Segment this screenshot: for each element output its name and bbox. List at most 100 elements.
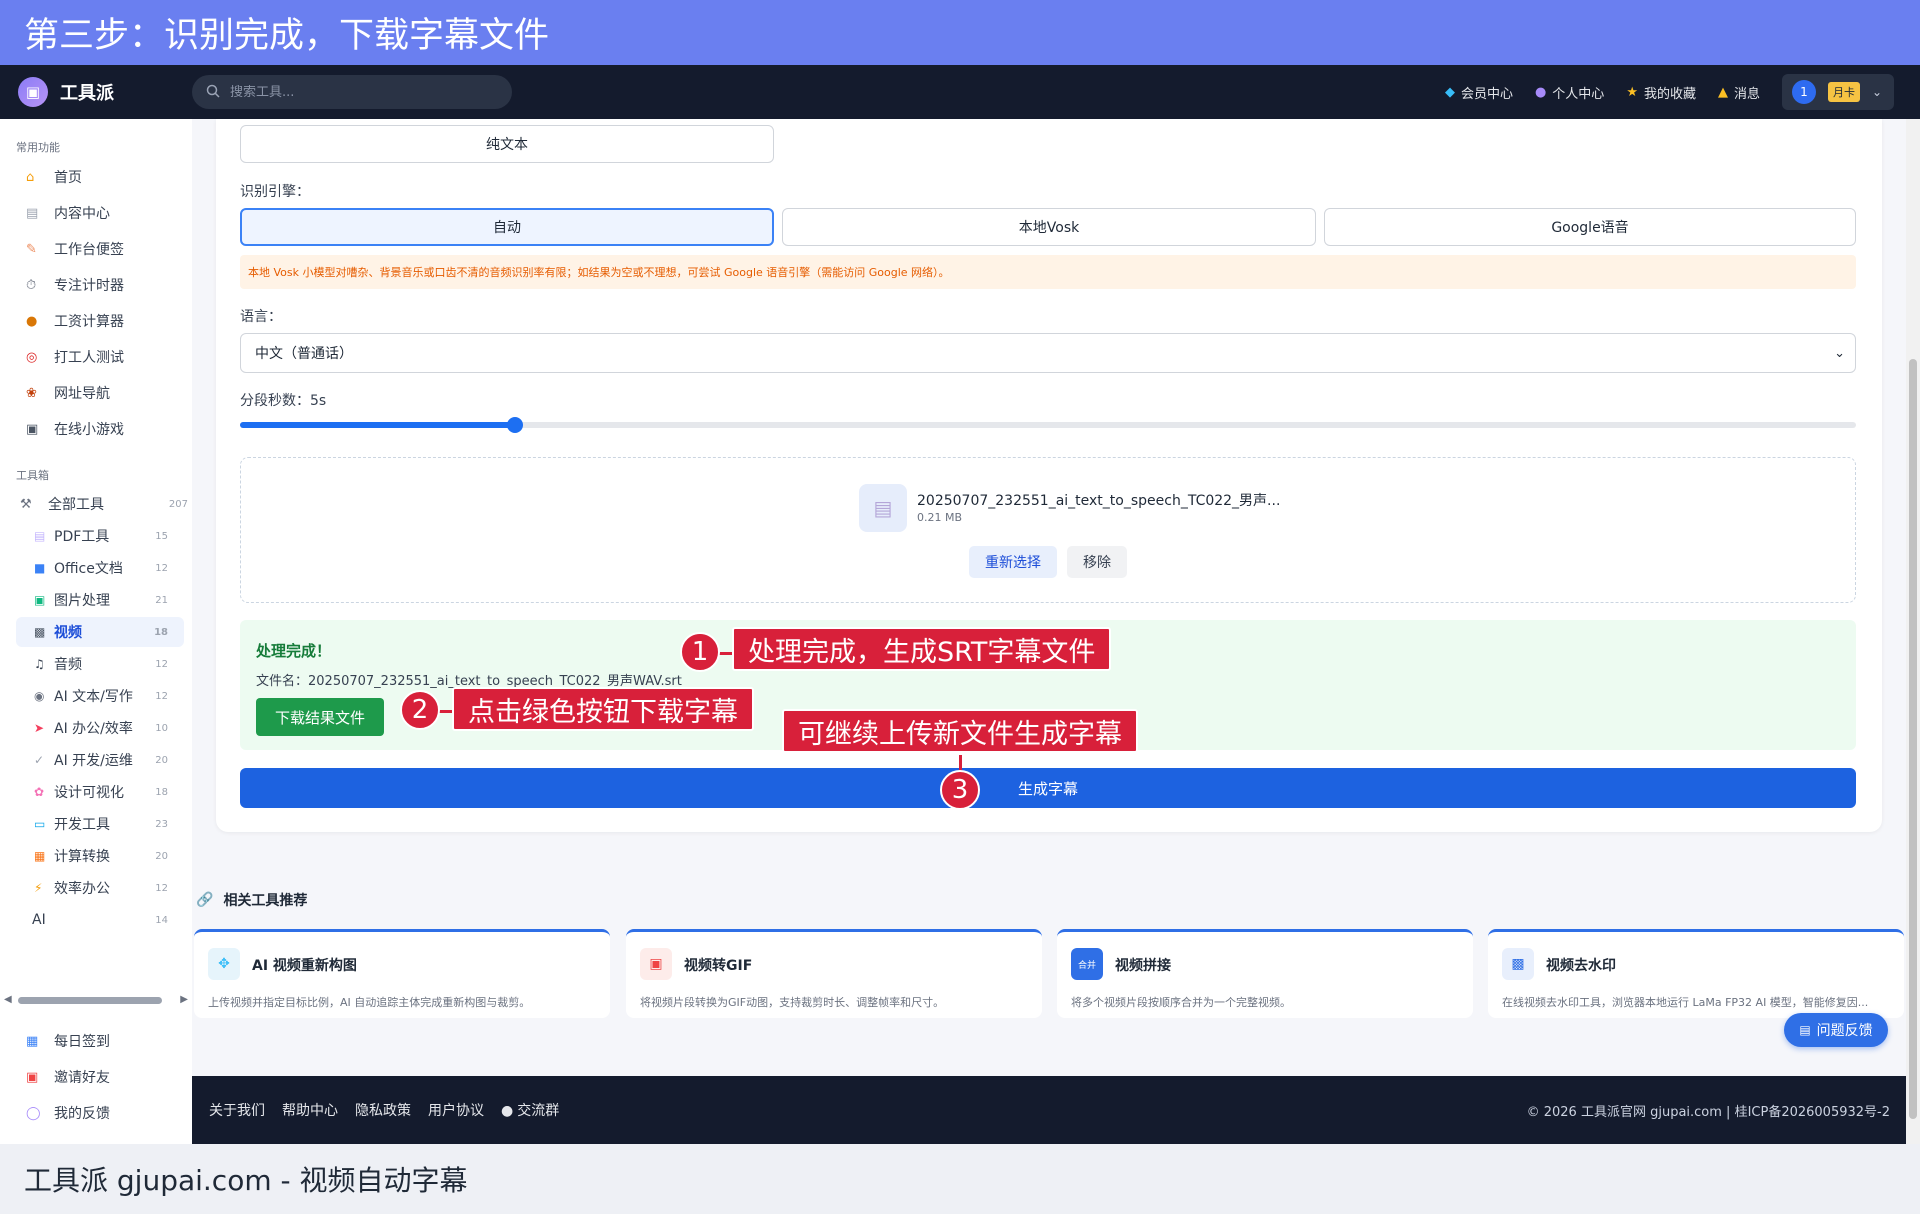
- gif-icon: ▣: [640, 948, 672, 980]
- footer-link-help[interactable]: 帮助中心: [282, 1100, 338, 1120]
- nav-member-center[interactable]: ◆ 会员中心: [1445, 83, 1513, 102]
- scroll-left-arrow-icon[interactable]: ◀: [4, 994, 12, 1005]
- sidebar-item-all-tools[interactable]: ⚒ 全部工具 207: [20, 494, 188, 514]
- related-tool-card[interactable]: 合并 视频拼接 将多个视频片段按顺序合并为一个完整视频。: [1057, 929, 1473, 1018]
- site-logo[interactable]: ▣ 工具派: [18, 77, 114, 107]
- memo-icon: ✎: [26, 241, 37, 257]
- reselect-button[interactable]: 重新选择: [969, 546, 1057, 578]
- tool-name: 视频转GIF: [684, 958, 753, 974]
- segment-slider[interactable]: [240, 417, 1856, 433]
- calendar-icon: ▦: [26, 1033, 39, 1049]
- sidebar-cat-convert[interactable]: ▦ 计算转换 20: [16, 841, 184, 871]
- sidebar-item-content[interactable]: ▤ 内容中心: [26, 203, 110, 223]
- page-scrollbar-thumb[interactable]: [1909, 359, 1917, 1119]
- sidebar-item-timer[interactable]: ⏱ 专注计时器: [26, 275, 124, 295]
- tool-name: 视频去水印: [1546, 958, 1616, 974]
- sidebar-item-notes[interactable]: ✎ 工作台便签: [26, 239, 124, 259]
- sidebar-cat-ai[interactable]: AI 14: [16, 905, 184, 935]
- sidebar-item-invite[interactable]: ▣ 邀请好友: [26, 1067, 110, 1087]
- generate-subtitle-button[interactable]: 生成字幕: [240, 768, 1856, 808]
- money-bag-icon: ●: [26, 313, 38, 329]
- file-dropzone[interactable]: ▤ 20250707_232551_ai_text_to_speech_TC02…: [240, 457, 1856, 603]
- sidebar-item-navigation[interactable]: ❀ 网址导航: [26, 383, 110, 403]
- nav-messages[interactable]: ▲ 消息: [1718, 83, 1760, 102]
- related-tools-title: 🔗 相关工具推荐: [196, 892, 308, 909]
- format-option-plain-text[interactable]: 纯文本: [240, 125, 774, 163]
- scrollbar-thumb[interactable]: [18, 997, 162, 1004]
- nav-personal-center[interactable]: ● 个人中心: [1535, 83, 1604, 102]
- footer-link-terms[interactable]: 用户协议: [428, 1100, 484, 1120]
- sidebar-section-tools: 工具箱: [16, 469, 49, 482]
- download-result-button[interactable]: 下载结果文件: [256, 698, 384, 736]
- sidebar-item-worker-test[interactable]: ◎ 打工人测试: [26, 347, 124, 367]
- language-select[interactable]: 中文（普通话） ⌄: [240, 333, 1856, 373]
- language-value: 中文（普通话）: [255, 346, 353, 362]
- star-icon: ★: [1626, 84, 1638, 100]
- feedback-icon: ▤: [1799, 1023, 1811, 1037]
- wrench-icon: ✓: [34, 753, 45, 767]
- logo-text: 工具派: [60, 83, 114, 104]
- target-icon: ◎: [26, 349, 38, 365]
- top-navbar: ▣ 工具派 ◆会员中心 ●个人中心 ★我的收藏 ▲消息 1 月卡 ⌄: [0, 65, 1920, 119]
- remove-button[interactable]: 移除: [1067, 546, 1127, 578]
- annotation-3-label: 可继续上传新文件生成字幕: [782, 709, 1138, 753]
- lightning-icon: ⚡: [34, 881, 43, 895]
- page-scrollbar[interactable]: [1906, 119, 1920, 1144]
- sidebar-cat-pdf[interactable]: ▤ PDF工具 15: [16, 521, 184, 551]
- compass-icon: ❀: [26, 385, 37, 401]
- user-menu[interactable]: 1 月卡 ⌄: [1782, 74, 1894, 110]
- annotation-1-number: 1: [680, 632, 720, 672]
- related-tool-card[interactable]: ▩ 视频去水印 在线视频去水印工具，浏览器本地运行 LaMa FP32 AI 模…: [1488, 929, 1904, 1018]
- music-note-icon: ♫: [34, 657, 45, 671]
- monitor-icon: ▭: [34, 817, 46, 831]
- tool-description: 将多个视频片段按顺序合并为一个完整视频。: [1071, 996, 1291, 1009]
- sidebar-item-games[interactable]: ▣ 在线小游戏: [26, 419, 124, 439]
- membership-badge: 月卡: [1828, 82, 1860, 102]
- related-tool-card[interactable]: ✥ AI 视频重新构图 上传视频并指定目标比例，AI 自动追踪主体完成重新构图与…: [194, 929, 610, 1018]
- sidebar-cat-dev[interactable]: ▭ 开发工具 23: [16, 809, 184, 839]
- search-box[interactable]: [192, 75, 512, 109]
- gamepad-icon: ▣: [26, 421, 39, 437]
- engine-label: 识别引擎：: [240, 184, 310, 200]
- sidebar-cat-audio[interactable]: ♫ 音频 12: [16, 649, 184, 679]
- sidebar-cat-design[interactable]: ✿ 设计可视化 18: [16, 777, 184, 807]
- gift-icon: ▣: [26, 1069, 39, 1085]
- sidebar-item-salary[interactable]: ● 工资计算器: [26, 311, 124, 331]
- related-tool-card[interactable]: ▣ 视频转GIF 将视频片段转换为GIF动图，支持裁剪时长、调整帧率和尺寸。: [626, 929, 1042, 1018]
- copyright: © 2026 工具派官网 gjupai.com | 桂ICP备202600593…: [1526, 1104, 1890, 1120]
- scroll-right-arrow-icon[interactable]: ▶: [180, 994, 188, 1005]
- toolbox-icon: ▣: [18, 77, 48, 107]
- search-input[interactable]: [230, 84, 490, 100]
- nav-favorites[interactable]: ★ 我的收藏: [1626, 83, 1696, 102]
- slider-thumb[interactable]: [506, 417, 523, 433]
- sidebar-cat-video[interactable]: ▩ 视频 18: [16, 617, 184, 647]
- merge-icon: 合并: [1071, 948, 1103, 980]
- engine-option-auto[interactable]: 自动: [240, 208, 774, 246]
- footer-link-community[interactable]: ● 交流群: [501, 1100, 559, 1120]
- sidebar-cat-image[interactable]: ▣ 图片处理 21: [16, 585, 184, 615]
- sidebar-section-common: 常用功能: [16, 141, 60, 154]
- sidebar-cat-ai-dev[interactable]: ✓ AI 开发/运维 20: [16, 745, 184, 775]
- sidebar-cat-office[interactable]: ■ Office文档 12: [16, 553, 184, 583]
- sidebar-item-home[interactable]: ⌂ 首页: [26, 167, 82, 187]
- feedback-button[interactable]: ▤ 问题反馈: [1784, 1013, 1888, 1047]
- sidebar-cat-ai-writing[interactable]: ◉ AI 文本/写作 12: [16, 681, 184, 711]
- crosshair-icon: ✥: [208, 948, 240, 980]
- sidebar-item-feedback[interactable]: ◯ 我的反馈: [26, 1103, 110, 1123]
- search-icon: [206, 83, 220, 102]
- engine-option-vosk[interactable]: 本地Vosk: [782, 208, 1316, 246]
- sidebar-item-checkin[interactable]: ▦ 每日签到: [26, 1031, 110, 1051]
- file-icon: ▤: [859, 484, 907, 532]
- footer-link-about[interactable]: 关于我们: [209, 1100, 265, 1120]
- calculator-icon: ▦: [34, 849, 46, 863]
- sidebar-cat-efficiency[interactable]: ⚡ 效率办公 12: [16, 873, 184, 903]
- chat-icon: ●: [501, 1103, 514, 1119]
- footer-link-privacy[interactable]: 隐私政策: [355, 1100, 411, 1120]
- tool-name: 视频拼接: [1115, 958, 1171, 974]
- sidebar-horizontal-scrollbar[interactable]: ◀ ▶: [4, 994, 188, 1006]
- annotation-3-number: 3: [940, 770, 980, 810]
- sidebar-cat-ai-office[interactable]: ➤ AI 办公/效率 10: [16, 713, 184, 743]
- annotation-2-number: 2: [400, 690, 440, 730]
- diamond-icon: ◆: [1444, 84, 1455, 100]
- engine-option-google[interactable]: Google语音: [1324, 208, 1856, 246]
